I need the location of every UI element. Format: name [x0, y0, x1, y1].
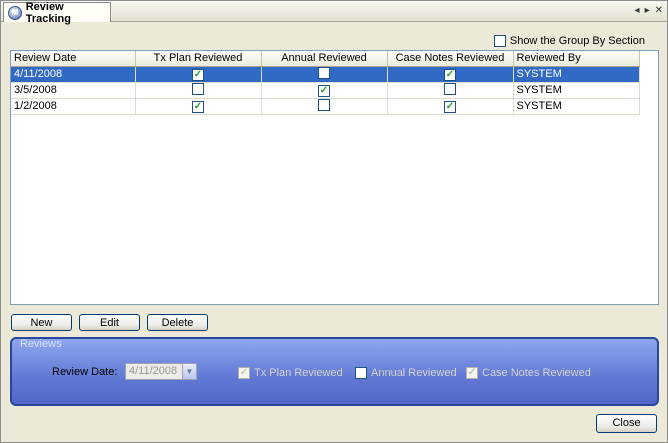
cell-review-date: 4/11/2008 — [11, 66, 136, 83]
close-button[interactable]: Close — [596, 414, 657, 433]
annual-reviewed-field[interactable]: Annual Reviewed — [355, 367, 457, 379]
review-date-value: 4/11/2008 — [129, 365, 178, 377]
case-notes-reviewed-cell — [387, 82, 514, 99]
column-header-case-notes[interactable]: Case Notes Reviewed — [387, 51, 514, 67]
reviews-legend: Reviews — [20, 338, 62, 350]
tx-plan-reviewed-label: Tx Plan Reviewed — [254, 367, 343, 379]
tx-plan-reviewed-field[interactable]: ✓ Tx Plan Reviewed — [238, 367, 343, 379]
column-header-tx-plan[interactable]: Tx Plan Reviewed — [135, 51, 262, 67]
case-notes-reviewed-label: Case Notes Reviewed — [482, 367, 591, 379]
tab-review-tracking[interactable]: M Review Tracking — [3, 0, 111, 25]
tab-title: Review Tracking — [25, 0, 71, 25]
show-group-by-checkbox[interactable] — [493, 35, 506, 47]
annual-reviewed-checkbox[interactable] — [318, 66, 330, 79]
table-row[interactable]: 1/2/2008 ✓ ✓ SYSTEM — [11, 98, 640, 115]
cell-reviewed-by: SYSTEM — [513, 82, 640, 99]
case-notes-reviewed-cell: ✓ — [387, 66, 514, 83]
case-notes-reviewed-field[interactable]: ✓ Case Notes Reviewed — [466, 367, 591, 379]
close-tab-icon[interactable]: ✕ — [655, 4, 663, 18]
annual-reviewed-cell: ✓ — [261, 82, 388, 99]
tab-strip: M Review Tracking ◂ ▸ ✕ — [1, 0, 667, 25]
case-notes-reviewed-checkbox[interactable] — [444, 82, 456, 95]
scroll-right-icon[interactable]: ▸ — [645, 4, 650, 18]
tx-plan-reviewed-checkbox[interactable] — [192, 82, 204, 95]
tab-controls: ◂ ▸ ✕ — [635, 4, 663, 18]
review-table: Review Date Tx Plan Reviewed Annual Revi… — [11, 51, 640, 115]
case-notes-reviewed-checkbox[interactable]: ✓ — [444, 100, 456, 113]
review-date-label: Review Date: — [52, 366, 118, 378]
annual-reviewed-label: Annual Reviewed — [371, 367, 457, 379]
annual-reviewed-checkbox[interactable] — [318, 98, 330, 111]
annual-reviewed-checkbox[interactable]: ✓ — [318, 84, 330, 97]
show-group-by-label: Show the Group By Section — [509, 35, 645, 47]
annual-reviewed-cell — [261, 98, 388, 115]
tx-plan-reviewed-cell: ✓ — [135, 98, 262, 115]
chevron-down-icon[interactable]: ▼ — [182, 364, 196, 379]
cell-reviewed-by: SYSTEM — [513, 66, 640, 83]
annual-reviewed-checkbox[interactable] — [355, 367, 367, 379]
cell-reviewed-by: SYSTEM — [513, 98, 640, 115]
review-date-picker[interactable]: 4/11/2008 ▼ — [125, 363, 197, 380]
case-notes-reviewed-cell: ✓ — [387, 98, 514, 115]
show-group-by-toggle[interactable]: Show the Group By Section — [493, 35, 645, 47]
review-tracking-window: M Review Tracking ◂ ▸ ✕ Show the Group B… — [0, 0, 668, 443]
column-header-reviewed-by[interactable]: Reviewed By — [513, 51, 640, 67]
scroll-left-icon[interactable]: ◂ — [635, 4, 640, 18]
column-header-review-date[interactable]: Review Date — [11, 51, 136, 67]
table-row[interactable]: 4/11/2008 ✓ ✓ SYSTEM — [11, 66, 640, 83]
app-logo-icon: M — [8, 5, 22, 20]
cell-review-date: 3/5/2008 — [11, 82, 136, 99]
table-row[interactable]: 3/5/2008 ✓ SYSTEM — [11, 82, 640, 99]
new-button[interactable]: New — [11, 314, 72, 331]
tx-plan-reviewed-cell — [135, 82, 262, 99]
tx-plan-reviewed-checkbox[interactable]: ✓ — [238, 367, 250, 379]
annual-reviewed-cell — [261, 66, 388, 83]
header-row: Review Date Tx Plan Reviewed Annual Revi… — [11, 51, 640, 67]
tx-plan-reviewed-checkbox[interactable]: ✓ — [192, 100, 204, 113]
cell-review-date: 1/2/2008 — [11, 98, 136, 115]
case-notes-reviewed-checkbox[interactable]: ✓ — [444, 68, 456, 81]
edit-button[interactable]: Edit — [79, 314, 140, 331]
review-grid[interactable]: Review Date Tx Plan Reviewed Annual Revi… — [10, 50, 659, 305]
tx-plan-reviewed-checkbox[interactable]: ✓ — [192, 68, 204, 81]
delete-button[interactable]: Delete — [147, 314, 208, 331]
column-header-annual[interactable]: Annual Reviewed — [261, 51, 388, 67]
tx-plan-reviewed-cell: ✓ — [135, 66, 262, 83]
reviews-group: Reviews Review Date: 4/11/2008 ▼ ✓ Tx Pl… — [10, 337, 659, 406]
case-notes-reviewed-checkbox[interactable]: ✓ — [466, 367, 478, 379]
